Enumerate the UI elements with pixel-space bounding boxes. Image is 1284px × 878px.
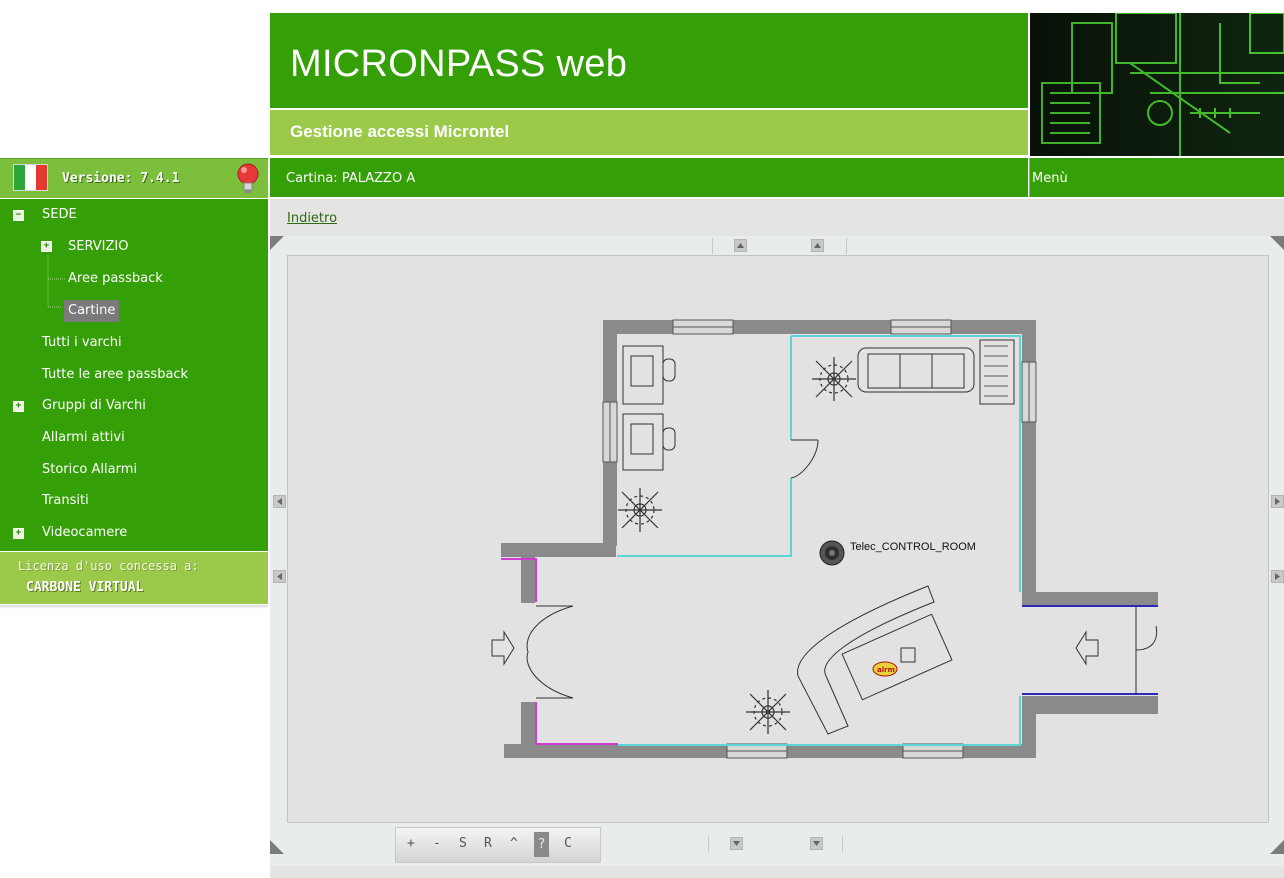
floor-plan-map[interactable]: alrm Telec_CONTROL_ROOM — [287, 255, 1269, 823]
scroll-right-arrow-icon[interactable] — [1271, 495, 1284, 508]
zoom-toolbar: + - S R ^ ? C — [395, 827, 601, 863]
separator — [712, 238, 713, 254]
zoom-out-button[interactable]: - — [433, 836, 441, 851]
tree-item-cartine[interactable]: Cartine — [64, 300, 120, 322]
tree-item-transiti[interactable]: Transiti — [42, 491, 89, 511]
separator — [842, 836, 843, 852]
help-button[interactable]: ? — [534, 832, 549, 857]
camera-label[interactable]: Telec_CONTROL_ROOM — [850, 541, 976, 553]
content-area: Indietro alrm Telec_CONTROL_ROOM + - S R… — [270, 199, 1284, 878]
scroll-right-arrow-icon[interactable] — [1271, 570, 1284, 583]
expand-icon[interactable]: + — [41, 241, 52, 252]
scroll-left-arrow-icon[interactable] — [273, 570, 286, 583]
map-title: Cartina: PALAZZO A — [286, 171, 416, 186]
blueprint-banner-image — [1030, 13, 1284, 156]
tree-item-allarmi-attivi[interactable]: Allarmi attivi — [42, 428, 125, 448]
expand-icon[interactable]: + — [13, 528, 24, 539]
separator — [708, 836, 709, 852]
version-label: Versione: 7.4.1 — [62, 171, 180, 186]
menu-link[interactable]: Menù — [1032, 171, 1068, 186]
version-bar: Versione: 7.4.1 — [0, 158, 268, 198]
sidebar-tree: − SEDE + SERVIZIO Aree passback Cartine … — [0, 199, 268, 551]
scroll-up-arrow-icon[interactable] — [811, 239, 824, 252]
tree-item-servizio[interactable]: SERVIZIO — [68, 237, 129, 257]
menu-bar: Menù — [1029, 158, 1284, 197]
back-link[interactable]: Indietro — [287, 211, 337, 226]
camera-icon[interactable] — [819, 540, 845, 566]
scroll-left-arrow-icon[interactable] — [273, 495, 286, 508]
tool-up-button[interactable]: ^ — [510, 836, 518, 851]
lightbulb-icon[interactable] — [234, 162, 262, 200]
tree-item-sede[interactable]: SEDE — [42, 205, 77, 225]
corner-marker — [270, 236, 284, 250]
corner-marker — [270, 840, 284, 854]
tool-r-button[interactable]: R — [484, 836, 492, 851]
scroll-down-arrow-icon[interactable] — [810, 837, 823, 850]
tree-item-storico-allarmi[interactable]: Storico Allarmi — [42, 460, 137, 480]
tree-item-videocamere[interactable]: Videocamere — [42, 523, 127, 543]
svg-text:alrm: alrm — [877, 666, 895, 674]
corner-marker — [1270, 236, 1284, 250]
italian-flag-icon — [14, 165, 47, 190]
app-title: MICRONPASS web — [290, 43, 628, 85]
separator — [846, 238, 847, 254]
tool-c-button[interactable]: C — [564, 836, 572, 851]
corner-marker — [1270, 840, 1284, 854]
scroll-up-arrow-icon[interactable] — [734, 239, 747, 252]
collapse-icon[interactable]: − — [13, 210, 24, 221]
map-frame: alrm Telec_CONTROL_ROOM + - S R ^ ? C — [270, 236, 1284, 866]
tree-item-gruppi-di-varchi[interactable]: Gruppi di Varchi — [42, 396, 146, 416]
sidebar-shadow — [0, 605, 268, 609]
tree-item-aree-passback[interactable]: Aree passback — [68, 269, 163, 289]
tree-item-tutte-le-aree-passback[interactable]: Tutte le aree passback — [42, 365, 188, 385]
scroll-down-arrow-icon[interactable] — [730, 837, 743, 850]
license-box: Licenza d'uso concessa a: CARBONE VIRTUA… — [0, 552, 268, 604]
tree-item-tutti-i-varchi[interactable]: Tutti i varchi — [42, 333, 122, 353]
app-subtitle: Gestione accessi Microntel — [290, 122, 510, 141]
zoom-in-button[interactable]: + — [407, 836, 415, 851]
license-holder: CARBONE VIRTUAL — [26, 580, 144, 595]
map-title-bar: Cartina: PALAZZO A — [270, 158, 1028, 197]
license-label: Licenza d'uso concessa a: — [18, 559, 199, 573]
expand-icon[interactable]: + — [13, 401, 24, 412]
floor-plan-drawing: alrm Telec_CONTROL_ROOM — [491, 319, 1158, 759]
header-title-bar: MICRONPASS web — [270, 13, 1028, 108]
header-subtitle-bar: Gestione accessi Microntel — [270, 110, 1028, 155]
tool-s-button[interactable]: S — [459, 836, 467, 851]
